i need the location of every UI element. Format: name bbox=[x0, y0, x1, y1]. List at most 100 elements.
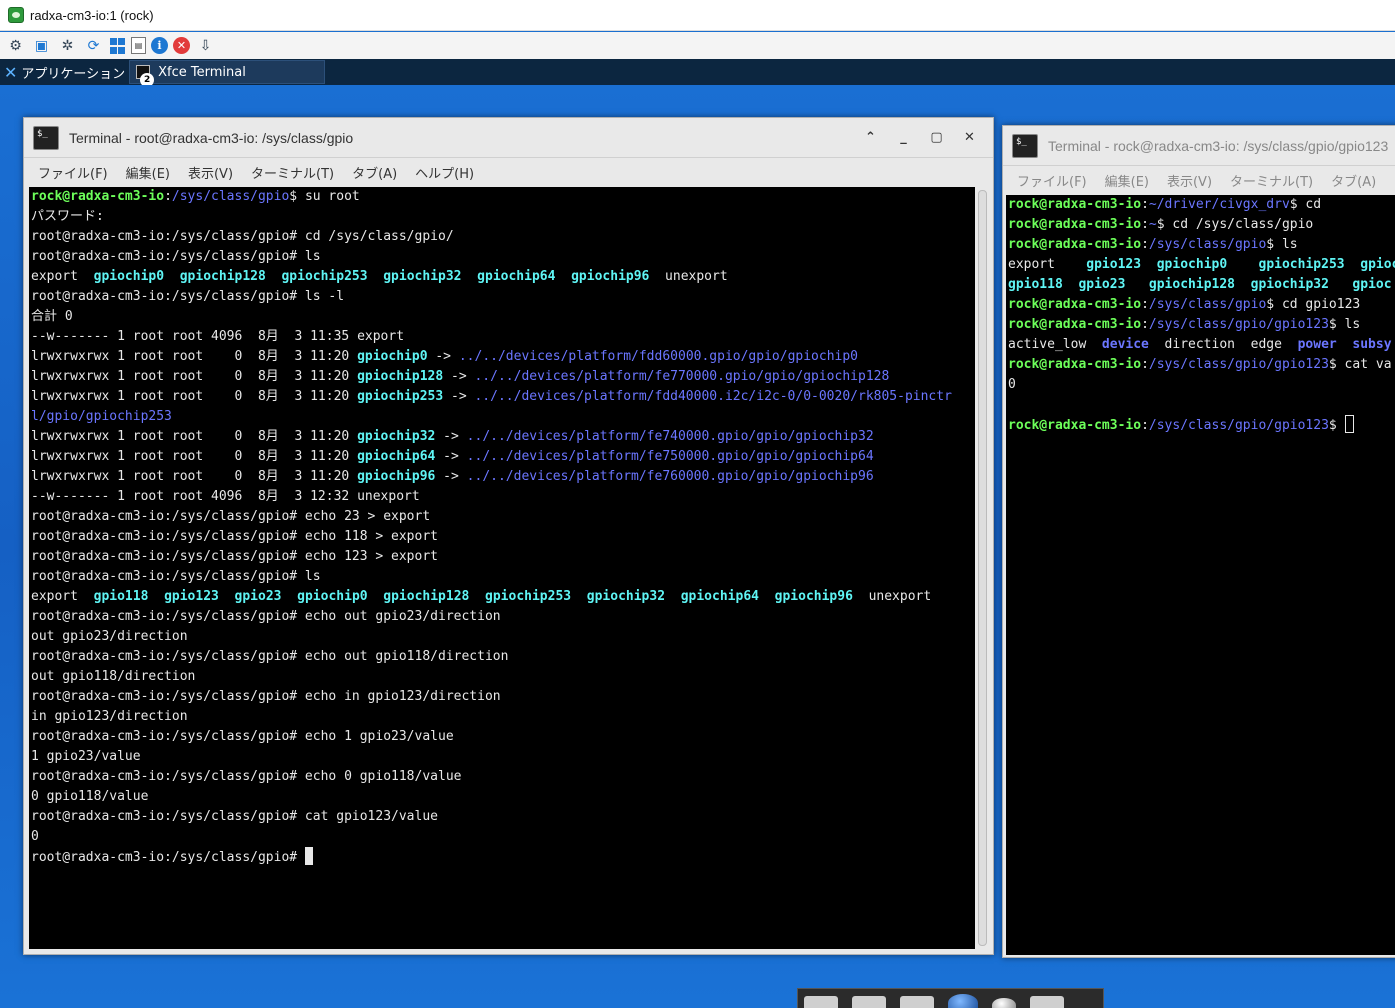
terminal-line: root@radxa-cm3-io:/sys/class/gpio# ls -l bbox=[31, 287, 975, 307]
menu-item[interactable]: ヘルプ(H) bbox=[415, 163, 474, 182]
menu-item[interactable]: ターミナル(T) bbox=[251, 163, 334, 182]
terminal-text-segment: gpiochip32 bbox=[383, 269, 462, 284]
terminal-output[interactable]: rock@radxa-cm3-io:~/driver/civgx_drv$ cd… bbox=[1006, 195, 1395, 955]
dock-folder-icon[interactable] bbox=[900, 996, 934, 1008]
terminal-text-segment: unexport bbox=[649, 269, 728, 284]
xfce-panel: ✕ アプリケーション 2 Xfce Terminal bbox=[0, 59, 1395, 87]
menu-item[interactable]: ファイル(F) bbox=[1017, 171, 1087, 190]
menu-item[interactable]: 表示(V) bbox=[188, 163, 233, 182]
terminal-menubar: ファイル(F) 編集(E) 表示(V) ターミナル(T) タブ(A) bbox=[1003, 166, 1395, 194]
menu-item[interactable]: タブ(A) bbox=[1331, 171, 1376, 190]
terminal-text-segment: root@radxa-cm3-io:/sys/class/gpio# cat g… bbox=[31, 809, 438, 824]
terminal-line: lrwxrwxrwx 1 root root 0 8月 3 11:20 gpio… bbox=[31, 447, 975, 467]
terminal-text-segment: /sys/class/gpio bbox=[171, 189, 290, 204]
terminal-line: lrwxrwxrwx 1 root root 0 8月 3 11:20 gpio… bbox=[31, 367, 975, 387]
taskbar-item-label: Xfce Terminal bbox=[158, 64, 246, 80]
terminal-text-segment: power bbox=[1297, 337, 1337, 352]
menu-item[interactable]: ターミナル(T) bbox=[1230, 171, 1313, 190]
terminal-text-segment: gpiochip253 bbox=[485, 589, 572, 604]
vnc-window-title: radxa-cm3-io:1 (rock) bbox=[30, 7, 154, 23]
roll-up-icon[interactable]: ⌃ bbox=[857, 128, 884, 148]
dock-files-icon[interactable] bbox=[852, 996, 886, 1008]
disconnect-icon[interactable]: ✕ bbox=[173, 37, 190, 54]
terminal-line: root@radxa-cm3-io:/sys/class/gpio# echo … bbox=[31, 607, 975, 627]
terminal-text-segment: rock@radxa-cm3-io bbox=[31, 189, 165, 204]
terminal-text-segment: --w------- 1 root root 4096 8月 3 11:35 e… bbox=[31, 329, 405, 344]
terminal-line: 0 bbox=[31, 827, 975, 847]
terminal-line: root@radxa-cm3-io:/sys/class/gpio# echo … bbox=[31, 547, 975, 567]
terminal-text-segment: root@radxa-cm3-io:/sys/class/gpio# ls -l bbox=[31, 289, 345, 304]
menu-item[interactable]: 編集(E) bbox=[126, 163, 170, 182]
terminal-text-segment: /sys/class/gpio bbox=[1148, 237, 1267, 252]
terminal-text-segment: gpio118 bbox=[93, 589, 149, 604]
terminal-titlebar[interactable]: $_ Terminal - rock@radxa-cm3-io: /sys/cl… bbox=[1003, 126, 1395, 166]
menu-item[interactable]: 編集(E) bbox=[1105, 171, 1149, 190]
transfer-file-icon[interactable]: ⇩ bbox=[195, 35, 216, 56]
terminal-text-segment: ../../devices/platform/fdd40000.i2c/i2c-… bbox=[474, 389, 952, 404]
terminal-text-segment: ../../devices/platform/fe760000.gpio/gpi… bbox=[466, 469, 874, 484]
terminal-line: 合計 0 bbox=[31, 307, 975, 327]
terminal-line: out gpio118/direction bbox=[31, 667, 975, 687]
windows-key-icon[interactable] bbox=[109, 37, 126, 54]
terminal-titlebar[interactable]: $_ Terminal - root@radxa-cm3-io: /sys/cl… bbox=[24, 118, 993, 158]
info-icon[interactable]: i bbox=[151, 37, 168, 54]
terminal-text-segment: 1 gpio23/value bbox=[31, 749, 141, 764]
terminal-line: rock@radxa-cm3-io:/sys/class/gpio$ cd gp… bbox=[1008, 295, 1395, 315]
menu-item[interactable]: 表示(V) bbox=[1167, 171, 1212, 190]
terminal-line: export gpio118 gpio123 gpio23 gpiochip0 … bbox=[31, 587, 975, 607]
maximize-icon[interactable]: ▢ bbox=[923, 128, 950, 148]
dock-browser-icon[interactable] bbox=[948, 994, 978, 1008]
terminal-text-segment: : bbox=[1141, 357, 1149, 372]
settings-gear-icon[interactable]: ✲ bbox=[57, 35, 78, 56]
terminal-text-segment: gpiochip32 bbox=[586, 589, 666, 604]
terminal-text-segment: lrwxrwxrwx 1 root root 0 8月 3 11:20 bbox=[31, 369, 358, 384]
terminal-line: gpio118 gpio23 gpiochip128 gpiochip32 gp… bbox=[1008, 275, 1395, 295]
terminal-text-segment: パスワード: bbox=[31, 209, 104, 224]
terminal-line: out gpio23/direction bbox=[31, 627, 975, 647]
terminal-line: root@radxa-cm3-io:/sys/class/gpio# echo … bbox=[31, 767, 975, 787]
terminal-text-segment: ../../devices/platform/fe740000.gpio/gpi… bbox=[466, 429, 874, 444]
terminal-line: lrwxrwxrwx 1 root root 0 8月 3 11:20 gpio… bbox=[31, 427, 975, 447]
terminal-text-segment: lrwxrwxrwx 1 root root 0 8月 3 11:20 bbox=[31, 429, 358, 444]
terminal-text-segment: rock@radxa-cm3-io bbox=[1008, 418, 1142, 433]
dock-terminal-icon[interactable] bbox=[804, 996, 838, 1008]
terminal-window-main[interactable]: $_ Terminal - root@radxa-cm3-io: /sys/cl… bbox=[23, 117, 994, 955]
terminal-scrollbar[interactable] bbox=[978, 190, 987, 946]
refresh-icon[interactable]: ⟳ bbox=[83, 35, 104, 56]
terminal-line: rock@radxa-cm3-io:~/driver/civgx_drv$ cd bbox=[1008, 195, 1395, 215]
terminal-text-segment: -> bbox=[435, 449, 467, 464]
menu-item[interactable]: タブ(A) bbox=[352, 163, 397, 182]
terminal-text-segment: -> bbox=[443, 389, 475, 404]
menu-item[interactable]: ファイル(F) bbox=[38, 163, 108, 182]
applications-menu[interactable]: ✕ アプリケーション bbox=[0, 59, 125, 85]
terminal-text-segment: gpiochip128 bbox=[179, 269, 266, 284]
terminal-line: lrwxrwxrwx 1 root root 0 8月 3 11:20 gpio… bbox=[31, 467, 975, 487]
terminal-text-segment: gpiochip96 bbox=[357, 469, 436, 484]
dock-folder2-icon[interactable] bbox=[1030, 996, 1064, 1008]
terminal-text-segment: gpiochip0 bbox=[1156, 257, 1228, 272]
terminal-text-segment: rock@radxa-cm3-io bbox=[1008, 357, 1142, 372]
fullscreen-icon[interactable]: ▣ bbox=[31, 35, 52, 56]
connection-options-icon[interactable]: ⚙ bbox=[5, 35, 26, 56]
terminal-text-segment: subsy bbox=[1352, 337, 1392, 352]
terminal-text-segment: gpiochip128 bbox=[1148, 277, 1235, 292]
terminal-window-side[interactable]: $_ Terminal - rock@radxa-cm3-io: /sys/cl… bbox=[1002, 125, 1395, 958]
terminal-text-segment: gpiochip32 bbox=[1250, 277, 1329, 292]
close-icon[interactable]: ✕ bbox=[956, 128, 983, 148]
terminal-text-segment: unexport bbox=[852, 589, 932, 604]
dock-search-icon[interactable] bbox=[992, 998, 1016, 1008]
minimize-icon[interactable]: _ bbox=[890, 128, 917, 148]
terminal-line: 0 gpio118/value bbox=[31, 787, 975, 807]
taskbar-item-xfce-terminal[interactable]: 2 Xfce Terminal bbox=[129, 60, 326, 87]
clipboard-icon[interactable]: ▤ bbox=[131, 37, 146, 54]
terminal-text-segment: gpio123 bbox=[1086, 257, 1142, 272]
terminal-output[interactable]: rock@radxa-cm3-io:/sys/class/gpio$ su ro… bbox=[29, 187, 975, 949]
